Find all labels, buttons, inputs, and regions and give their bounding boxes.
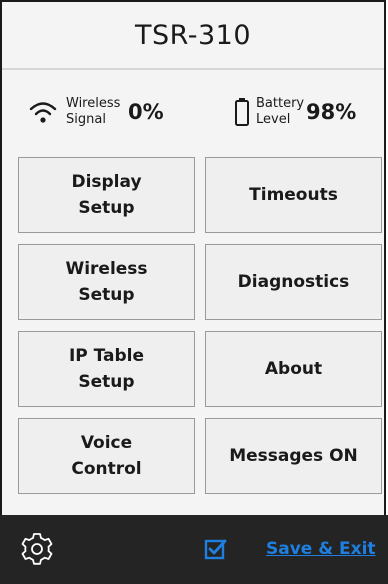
wireless-setup-button[interactable]: Wireless Setup <box>18 244 195 320</box>
status-row: Wireless Signal 0% Battery Level 98% <box>2 72 384 152</box>
about-label: About <box>264 359 323 379</box>
footer-bar: Save & Exit <box>0 515 388 584</box>
save-and-exit-link[interactable]: Save & Exit <box>266 539 376 559</box>
voice-control-label: Voice Control <box>71 433 142 479</box>
battery-level-label: Battery Level <box>256 96 305 127</box>
device-screen: TSR-310 Wireless Signal 0% Battery Level… <box>0 0 386 584</box>
battery-level-value: 98% <box>306 100 357 124</box>
ip-table-setup-label: IP Table Setup <box>68 346 145 392</box>
gear-icon[interactable] <box>19 531 55 567</box>
title-bar: TSR-310 <box>2 2 384 70</box>
wireless-signal-status: Wireless Signal 0% <box>28 72 164 152</box>
timeouts-button[interactable]: Timeouts <box>205 157 382 233</box>
battery-icon <box>235 98 249 126</box>
wireless-setup-label: Wireless Setup <box>65 259 148 305</box>
voice-control-button[interactable]: Voice Control <box>18 418 195 494</box>
messages-toggle-button[interactable]: Messages ON <box>205 418 382 494</box>
timeouts-label: Timeouts <box>249 185 338 205</box>
diagnostics-label: Diagnostics <box>237 272 350 292</box>
ip-table-setup-button[interactable]: IP Table Setup <box>18 331 195 407</box>
wireless-signal-label: Wireless Signal <box>66 96 121 127</box>
messages-toggle-label: Messages ON <box>229 446 358 466</box>
display-setup-button[interactable]: Display Setup <box>18 157 195 233</box>
battery-level-status: Battery Level 98% <box>234 72 356 152</box>
diagnostics-button[interactable]: Diagnostics <box>205 244 382 320</box>
page-title: TSR-310 <box>134 19 252 51</box>
checkbox-checked-icon[interactable] <box>204 537 228 561</box>
about-button[interactable]: About <box>205 331 382 407</box>
display-setup-label: Display Setup <box>71 172 142 218</box>
wifi-icon <box>29 102 57 123</box>
wireless-signal-value: 0% <box>128 100 164 124</box>
